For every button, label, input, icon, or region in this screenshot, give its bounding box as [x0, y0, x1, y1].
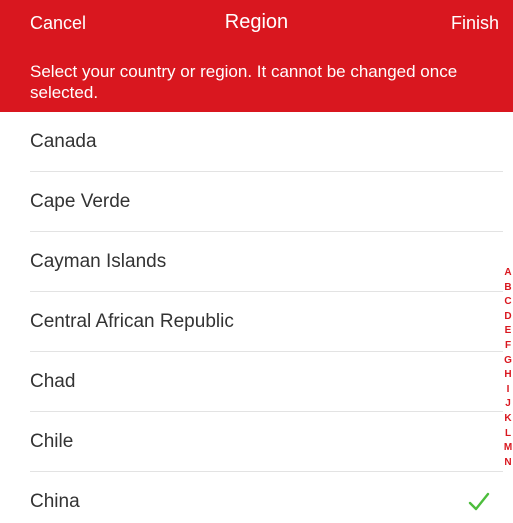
index-letter-c[interactable]: C — [503, 295, 513, 310]
finish-button[interactable]: Finish — [451, 13, 499, 34]
index-letter-d[interactable]: D — [503, 310, 513, 325]
list-item-central-african-republic[interactable]: Central African Republic — [30, 292, 503, 352]
index-letter-l[interactable]: L — [503, 427, 513, 442]
list-item-cape-verde[interactable]: Cape Verde — [30, 172, 503, 232]
navigation-bar: Cancel Region Finish — [0, 0, 513, 48]
index-letter-e[interactable]: E — [503, 324, 513, 339]
index-letter-m[interactable]: M — [503, 441, 513, 456]
country-label: Chad — [30, 370, 76, 392]
list-item-chad[interactable]: Chad — [30, 352, 503, 412]
checkmark-icon — [468, 492, 490, 511]
index-letter-n[interactable]: N — [503, 456, 513, 471]
index-letter-k[interactable]: K — [503, 412, 513, 427]
index-letter-j[interactable]: J — [503, 397, 513, 412]
page-title: Region — [224, 11, 289, 33]
index-letter-f[interactable]: F — [503, 339, 513, 354]
region-notice: Select your country or region. It cannot… — [0, 48, 513, 112]
country-label: Central African Republic — [30, 310, 234, 332]
index-letter-g[interactable]: G — [503, 354, 513, 369]
index-letter-h[interactable]: H — [503, 368, 513, 383]
index-letter-b[interactable]: B — [503, 281, 513, 296]
index-letter-a[interactable]: A — [503, 266, 513, 281]
country-label: Canada — [30, 130, 97, 152]
alphabet-index[interactable]: A B C D E F G H I J K L M N — [503, 266, 513, 470]
list-item-chile[interactable]: Chile — [30, 412, 503, 472]
country-label: Cape Verde — [30, 190, 131, 212]
index-letter-i[interactable]: I — [503, 383, 513, 398]
country-label: China — [30, 490, 80, 512]
list-item-cayman-islands[interactable]: Cayman Islands — [30, 232, 503, 292]
list-item-canada[interactable]: Canada — [30, 112, 503, 172]
country-label: Chile — [30, 430, 74, 452]
country-list: Canada Cape Verde Cayman Islands Central… — [0, 112, 503, 523]
country-label: Cayman Islands — [30, 250, 167, 272]
list-item-china[interactable]: China — [30, 472, 503, 523]
